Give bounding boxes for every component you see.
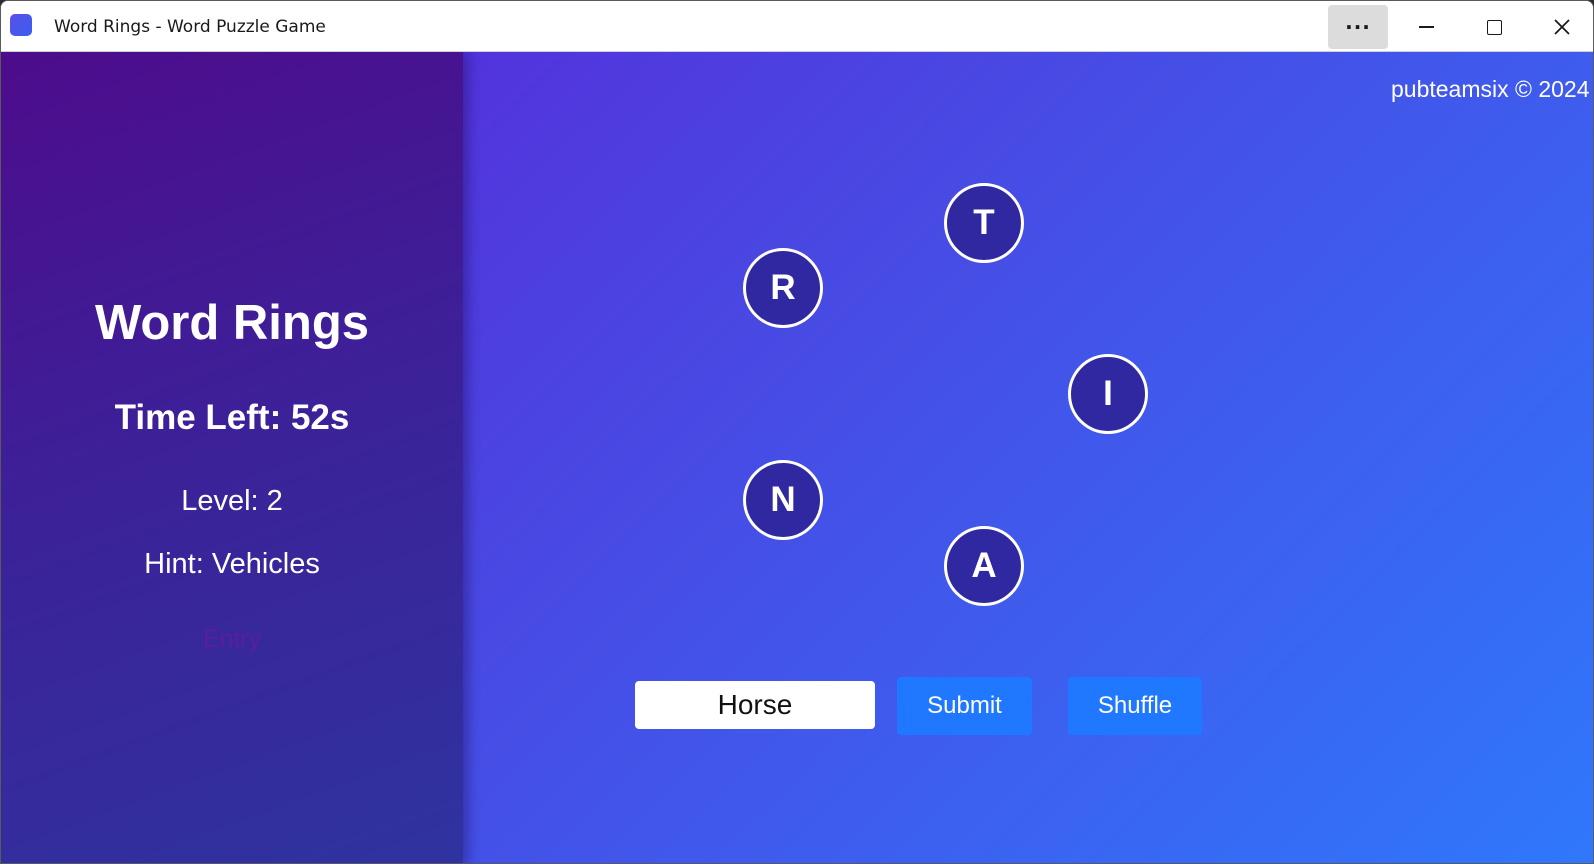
letter-ring-t[interactable]: T xyxy=(944,183,1024,263)
letter-ring-i[interactable]: I xyxy=(1068,354,1148,434)
letter-ring-r[interactable]: R xyxy=(743,248,823,328)
word-input[interactable] xyxy=(635,681,875,729)
level-text: Level: 2 xyxy=(181,485,283,517)
copyright-text: pubteamsix © 2024 xyxy=(1391,76,1590,102)
submit-button[interactable]: Submit xyxy=(897,677,1032,735)
more-icon: ··· xyxy=(1345,15,1371,39)
maximize-icon xyxy=(1486,19,1502,35)
title-bar: Word Rings - Word Puzzle Game ··· xyxy=(1,1,1593,52)
game-area: Word Rings Time Left: 52s Level: 2 Hint:… xyxy=(1,52,1593,863)
window-title: Word Rings - Word Puzzle Game xyxy=(54,17,326,37)
shuffle-button[interactable]: Shuffle xyxy=(1068,677,1202,735)
close-icon xyxy=(1554,19,1570,35)
minimize-button[interactable] xyxy=(1396,5,1456,49)
status-message: Entry xyxy=(202,625,262,653)
more-options-button[interactable]: ··· xyxy=(1328,5,1388,49)
timer-text: Time Left: 52s xyxy=(114,398,350,437)
sidebar: Word Rings Time Left: 52s Level: 2 Hint:… xyxy=(1,52,463,863)
game-title: Word Rings xyxy=(94,296,370,350)
hint-text: Hint: Vehicles xyxy=(144,548,320,580)
minimize-icon xyxy=(1418,26,1434,28)
letter-ring-a[interactable]: A xyxy=(944,526,1024,606)
close-button[interactable] xyxy=(1532,5,1592,49)
letter-ring-n[interactable]: N xyxy=(743,460,823,540)
app-window: Word Rings - Word Puzzle Game ··· Word R… xyxy=(0,0,1594,864)
maximize-button[interactable] xyxy=(1464,5,1524,49)
app-icon xyxy=(10,14,32,36)
